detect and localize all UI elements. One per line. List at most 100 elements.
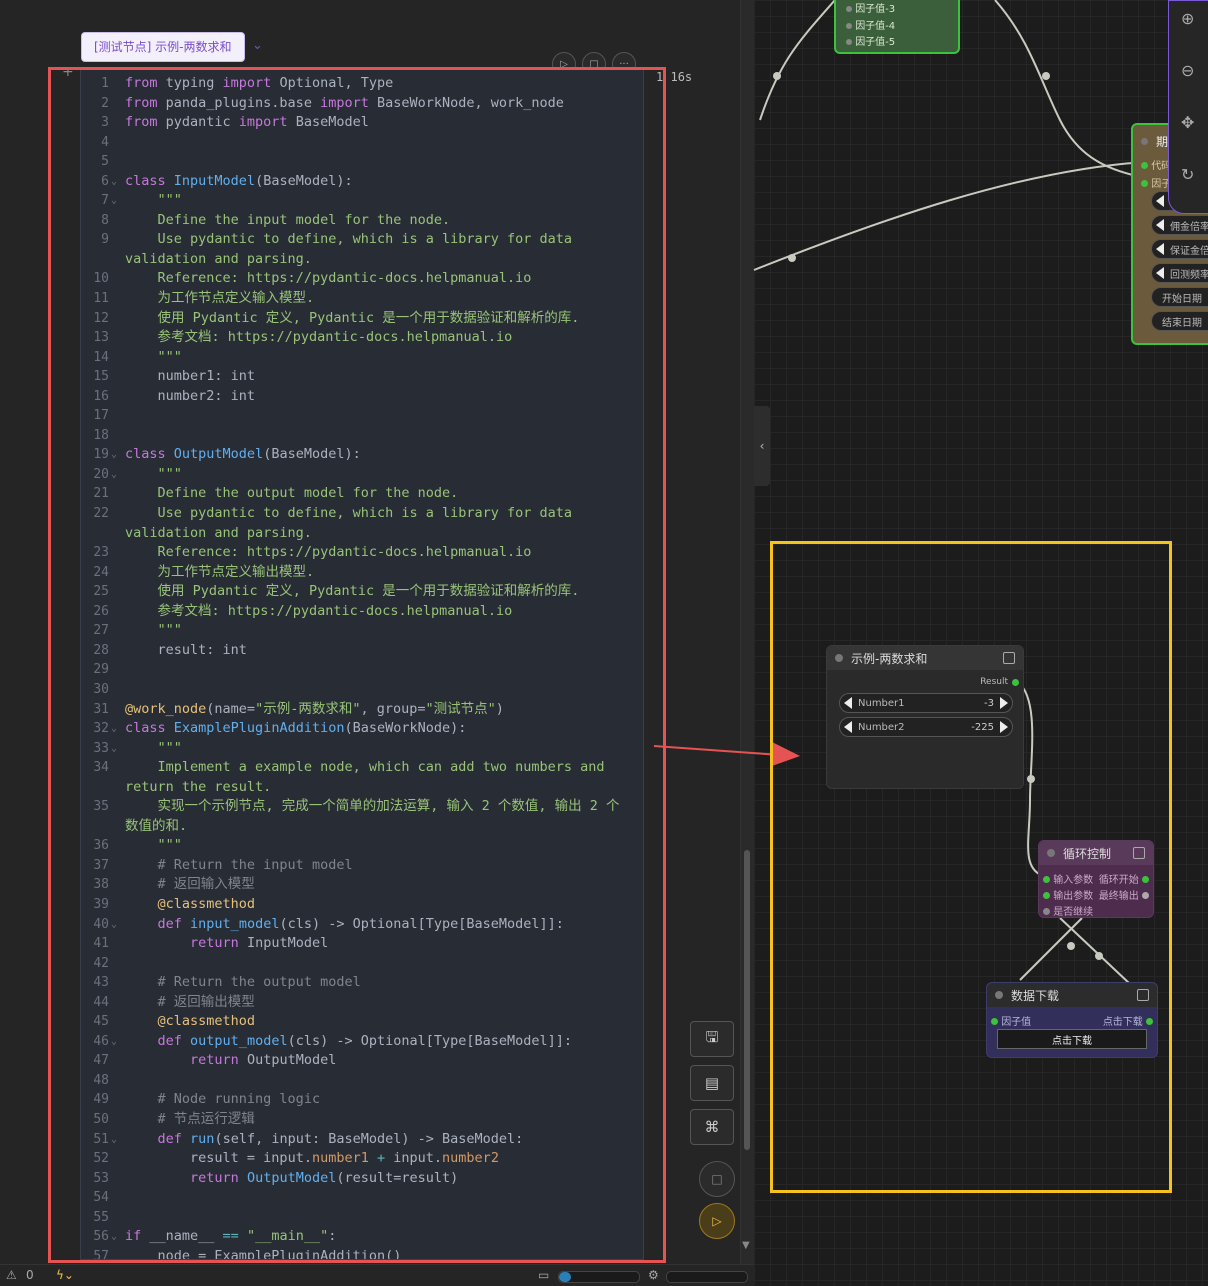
loop-port-input[interactable]: 输入参数 — [1043, 871, 1093, 886]
number1-widget[interactable]: Number1 -3 — [839, 693, 1013, 713]
code-line[interactable]: 35 实现一个示例节点, 完成一个简单的加法运算, 输入 2 个数值, 输出 2… — [81, 797, 643, 836]
code-line[interactable]: 38 # 返回输入模型 — [81, 875, 643, 895]
loop-port-final-output[interactable]: 最终输出 — [1099, 887, 1149, 902]
backtest-widget[interactable]: 佣金倍率 — [1151, 215, 1208, 235]
code-line[interactable]: 37 # Return the input model — [81, 856, 643, 876]
loop-control-node[interactable]: 循环控制 输入参数 循环开始 输出参数 最终输出 是否继续 — [1038, 840, 1154, 918]
factor-row[interactable]: 因子值-3 — [846, 2, 895, 19]
fold-chevron-icon[interactable]: ⌄ — [111, 719, 117, 739]
data-download-node[interactable]: 数据下载 因子值 点击下载 点击下载 — [986, 982, 1158, 1058]
zoom-in-icon[interactable]: ⊕ — [1181, 9, 1194, 28]
code-line[interactable]: 49 # Node running logic — [81, 1090, 643, 1110]
code-line[interactable]: 28 result: int — [81, 641, 643, 661]
code-line[interactable]: 9 Use pydantic to define, which is a lib… — [81, 230, 643, 269]
code-line[interactable]: 42 — [81, 954, 643, 974]
fold-chevron-icon[interactable]: ⌄ — [111, 445, 117, 465]
code-line[interactable]: 22 Use pydantic to define, which is a li… — [81, 504, 643, 543]
move-icon[interactable]: ✥ — [1181, 113, 1194, 132]
kernel-icon[interactable]: ϟ⌄ — [56, 1268, 74, 1282]
code-line[interactable]: 48 — [81, 1071, 643, 1091]
backtest-widget[interactable]: 结束日期 — [1151, 311, 1208, 331]
code-line[interactable]: 51 ⌄ def run(self, input: BaseModel) -> B… — [81, 1130, 643, 1150]
code-line[interactable]: 15 number1: int — [81, 367, 643, 387]
code-line[interactable]: 2 from panda_plugins.base import BaseWork… — [81, 94, 643, 114]
code-line[interactable]: 12 使用 Pydantic 定义, Pydantic 是一个用于数据验证和解析… — [81, 309, 643, 329]
edit-icon[interactable] — [1003, 652, 1015, 664]
code-line[interactable]: 36 """ — [81, 836, 643, 856]
code-line[interactable]: 41 return InputModel — [81, 934, 643, 954]
fold-chevron-icon[interactable]: ⌄ — [111, 172, 117, 192]
factor-row[interactable]: 因子值-5 — [846, 35, 895, 52]
code-line[interactable]: 45 @classmethod — [81, 1012, 643, 1032]
code-line[interactable]: 3 from pydantic import BaseModel — [81, 113, 643, 133]
code-line[interactable]: 21 Define the output model for the node. — [81, 484, 643, 504]
zoom-out-icon[interactable]: ⊖ — [1181, 61, 1194, 80]
code-line[interactable]: 53 return OutputModel(result=result) — [81, 1169, 643, 1189]
code-line[interactable]: 52 result = input.number1 + input.number… — [81, 1149, 643, 1169]
add-cell-icon[interactable]: + — [62, 64, 74, 80]
refresh-icon[interactable]: ↻ — [1181, 165, 1194, 184]
code-line[interactable]: 10 Reference: https://pydantic-docs.help… — [81, 269, 643, 289]
code-line[interactable]: 29 — [81, 660, 643, 680]
code-line[interactable]: 24 为工作节点定义输出模型. — [81, 563, 643, 583]
loop-port-loop-start[interactable]: 循环开始 — [1099, 871, 1149, 886]
chevron-down-icon[interactable]: ⌄ — [252, 38, 263, 53]
fold-chevron-icon[interactable]: ⌄ — [111, 191, 117, 211]
layout-icon[interactable]: ▤ — [690, 1065, 734, 1101]
code-line[interactable]: 14 """ — [81, 348, 643, 368]
code-line[interactable]: 50 # 节点运行逻辑 — [81, 1110, 643, 1130]
code-line[interactable]: 39 @classmethod — [81, 895, 643, 915]
code-line[interactable]: 27 """ — [81, 621, 643, 641]
code-editor[interactable]: 1 from typing import Optional, Type 2 from … — [80, 68, 644, 1260]
code-line[interactable]: 54 — [81, 1188, 643, 1208]
code-line[interactable]: 47 return OutputModel — [81, 1051, 643, 1071]
download-port-factor[interactable]: 因子值 — [991, 1013, 1031, 1028]
code-line[interactable]: 8 Define the input model for the node. — [81, 211, 643, 231]
code-line[interactable]: 20 ⌄ """ — [81, 465, 643, 485]
code-line[interactable]: 11 为工作节点定义输入模型. — [81, 289, 643, 309]
backtest-widget[interactable]: 保证金倍率 — [1151, 239, 1208, 259]
save-icon[interactable]: 🖫 — [690, 1021, 734, 1057]
code-line[interactable]: 26 参考文档: https://pydantic-docs.helpmanua… — [81, 602, 643, 622]
sum-node[interactable]: 示例-两数求和 Result Number1 -3 Number2 -225 — [826, 645, 1024, 789]
vertical-scrollbar[interactable] — [744, 850, 750, 1150]
fold-chevron-icon[interactable]: ⌄ — [111, 739, 117, 759]
warning-icon[interactable]: ⚠ — [6, 1268, 17, 1282]
factor-node[interactable]: 因子值-3 因子值-4 因子值-5 — [834, 0, 960, 54]
code-line[interactable]: 46 ⌄ def output_model(cls) -> Optional[Ty… — [81, 1032, 643, 1052]
result-output-port[interactable]: Result — [980, 677, 1019, 687]
fold-chevron-icon[interactable]: ⌄ — [111, 915, 117, 935]
scroll-down-icon[interactable]: ▼ — [742, 1240, 750, 1251]
backtest-port-factor[interactable]: 因子 — [1141, 175, 1171, 190]
backtest-port-code[interactable]: 代码 — [1141, 157, 1171, 172]
number2-widget[interactable]: Number2 -225 — [839, 717, 1013, 737]
code-line[interactable]: 31 @work_node(name="示例-两数求和", group="测试节点… — [81, 700, 643, 720]
code-line[interactable]: 33 ⌄ """ — [81, 739, 643, 759]
edit-icon[interactable] — [1133, 847, 1145, 859]
code-line[interactable]: 18 — [81, 426, 643, 446]
code-line[interactable]: 40 ⌄ def input_model(cls) -> Optional[Typ… — [81, 915, 643, 935]
fold-chevron-icon[interactable]: ⌄ — [111, 1227, 117, 1247]
command-icon[interactable]: ⌘ — [690, 1109, 734, 1145]
backtest-widget[interactable]: 开始日期 — [1151, 287, 1208, 307]
code-line[interactable]: 32 ⌄ class ExamplePluginAddition(BaseWorkN… — [81, 719, 643, 739]
code-line[interactable]: 7 ⌄ """ — [81, 191, 643, 211]
cell-group-tag[interactable]: [测试节点] 示例-两数求和 — [81, 32, 245, 62]
backtest-widget[interactable]: 回测频率 — [1151, 263, 1208, 283]
loop-port-output[interactable]: 输出参数 — [1043, 887, 1093, 902]
code-line[interactable]: 30 — [81, 680, 643, 700]
code-line[interactable]: 43 # Return the output model — [81, 973, 643, 993]
fold-chevron-icon[interactable]: ⌄ — [111, 465, 117, 485]
code-line[interactable]: 56 ⌄ if __name__ == "__main__": — [81, 1227, 643, 1247]
download-button[interactable]: 点击下载 — [997, 1029, 1147, 1049]
code-line[interactable]: 13 参考文档: https://pydantic-docs.helpmanua… — [81, 328, 643, 348]
code-line[interactable]: 25 使用 Pydantic 定义, Pydantic 是一个用于数据验证和解析… — [81, 582, 643, 602]
code-line[interactable]: 16 number2: int — [81, 387, 643, 407]
code-line[interactable]: 34 Implement a example node, which can a… — [81, 758, 643, 797]
code-line[interactable]: 6 ⌄ class InputModel(BaseModel): — [81, 172, 643, 192]
edit-icon[interactable] — [1137, 989, 1149, 1001]
code-line[interactable]: 4 — [81, 133, 643, 153]
code-line[interactable]: 44 # 返回输出模型 — [81, 993, 643, 1013]
code-line[interactable]: 55 — [81, 1208, 643, 1228]
loop-port-continue[interactable]: 是否继续 — [1043, 903, 1093, 918]
